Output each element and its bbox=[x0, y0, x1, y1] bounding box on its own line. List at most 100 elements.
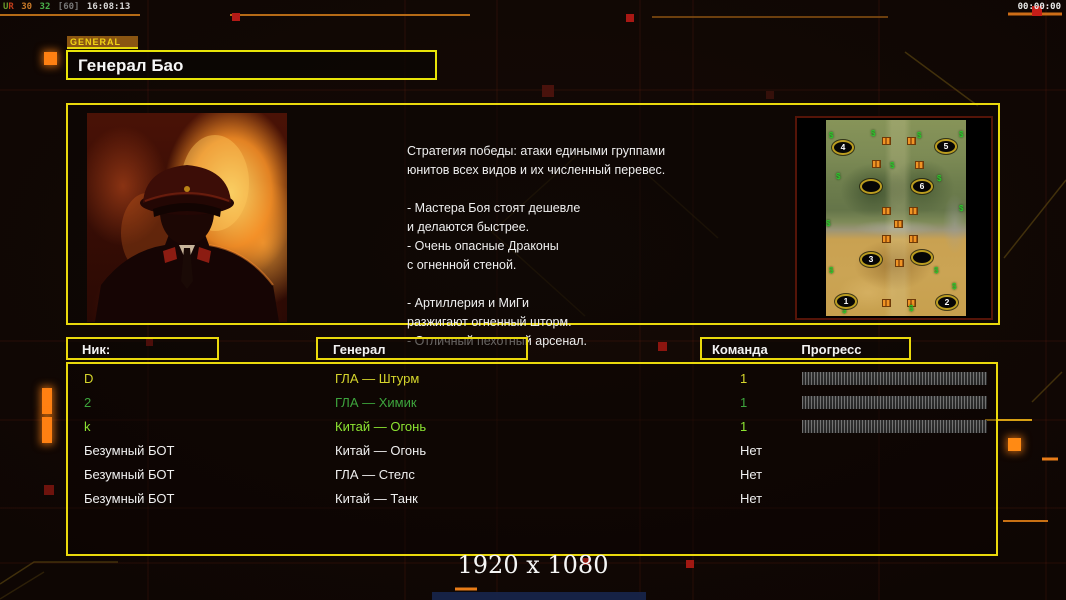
player-general: Китай — Огонь bbox=[335, 443, 427, 458]
cash-icon: $ bbox=[959, 130, 964, 139]
supply-crate-icon bbox=[895, 259, 904, 267]
player-team: 1 bbox=[740, 395, 748, 410]
supply-crate-icon bbox=[909, 235, 918, 243]
cash-icon: $ bbox=[829, 131, 834, 140]
general-name: Генерал Бао bbox=[78, 56, 184, 75]
map-start-spot bbox=[860, 179, 882, 194]
player-nick: 2 bbox=[84, 395, 92, 410]
decor-red-square bbox=[232, 13, 240, 21]
supply-crate-icon bbox=[907, 137, 916, 145]
fps-cap: [60] bbox=[57, 2, 80, 12]
cash-icon: $ bbox=[829, 266, 834, 275]
supply-crate-icon bbox=[909, 207, 918, 215]
player-team: 1 bbox=[740, 371, 748, 386]
cash-icon: $ bbox=[934, 266, 939, 275]
strategy-line: и делаются быстрее. bbox=[407, 220, 530, 234]
player-progress-bar bbox=[802, 420, 987, 433]
bottom-bar-decor bbox=[432, 592, 646, 600]
map-start-spot: 1 bbox=[835, 294, 857, 309]
general-portrait bbox=[87, 113, 287, 322]
cash-icon: $ bbox=[959, 204, 964, 213]
decor-red-square bbox=[686, 560, 694, 568]
players-table: D ГЛА — Штурм 1 2 ГЛА — Химик 1 k Китай … bbox=[66, 362, 998, 556]
general-title-box: Генерал Бао bbox=[66, 50, 437, 80]
player-nick: Безумный БОТ bbox=[84, 467, 175, 482]
strategy-line: - Очень опасные Драконы bbox=[407, 239, 559, 253]
spot-number: 3 bbox=[868, 254, 874, 264]
supply-crate-icon bbox=[915, 161, 924, 169]
player-team: Нет bbox=[740, 491, 763, 506]
player-nick: D bbox=[84, 371, 94, 386]
player-nick: k bbox=[84, 419, 91, 434]
map-start-spot: 4 bbox=[832, 140, 854, 155]
spot-number: 1 bbox=[843, 296, 849, 306]
supply-crate-icon bbox=[882, 299, 891, 307]
supply-crate-icon bbox=[882, 207, 891, 215]
cash-icon: $ bbox=[937, 174, 942, 183]
strategy-line bbox=[407, 275, 757, 294]
table-row: D ГЛА — Штурм 1 bbox=[68, 368, 996, 392]
supply-crate-icon bbox=[882, 235, 891, 243]
player-progress-bar bbox=[802, 372, 987, 385]
supply-crate-icon bbox=[882, 137, 891, 145]
header-team-label: Команда bbox=[712, 342, 768, 357]
resolution-label: 1920 x 1080 bbox=[457, 551, 609, 579]
decor-orange-bar bbox=[42, 417, 52, 443]
spot-number: 5 bbox=[943, 141, 949, 151]
player-team: Нет bbox=[740, 443, 763, 458]
cash-icon: $ bbox=[826, 219, 831, 228]
supply-crate-icon bbox=[894, 220, 903, 228]
supply-crate-icon bbox=[872, 160, 881, 168]
decor-red-square bbox=[542, 85, 554, 97]
map-preview: $ $ $ $ $ $ $ $ $ $ $ $ $ $ 4 5 6 3 1 2 bbox=[795, 116, 993, 320]
player-team: 1 bbox=[740, 419, 748, 434]
general-silhouette bbox=[95, 135, 279, 322]
map-start-spot: 6 bbox=[911, 179, 933, 194]
decor-red-square bbox=[766, 91, 774, 99]
player-nick: Безумный БОТ bbox=[84, 443, 175, 458]
cash-icon: $ bbox=[917, 131, 922, 140]
fps-value: 32 bbox=[39, 2, 51, 12]
strategy-line bbox=[407, 180, 757, 199]
map-start-spot bbox=[911, 250, 933, 265]
general-info-panel: Стратегия победы: атаки едиными группами… bbox=[66, 103, 1000, 348]
cash-icon: $ bbox=[952, 282, 957, 291]
decor-red-square bbox=[626, 14, 634, 22]
table-row: Безумный БОТ Китай — Огонь Нет bbox=[68, 440, 996, 464]
strategy-line: - Артиллерия и МиГи bbox=[407, 296, 529, 310]
player-nick: Безумный БОТ bbox=[84, 491, 175, 506]
strategy-line: юнитов всех видов и их численный перевес… bbox=[407, 163, 666, 177]
player-general: ГЛА — Стелс bbox=[335, 467, 415, 482]
header-progress-label: Прогресс bbox=[801, 342, 862, 357]
map-start-spot: 3 bbox=[860, 252, 882, 267]
fps-value: 30 bbox=[21, 2, 33, 12]
decor-red-square bbox=[44, 485, 54, 495]
fps-part: R bbox=[8, 2, 14, 12]
player-progress-bar bbox=[802, 396, 987, 409]
map-start-spot: 2 bbox=[936, 295, 958, 310]
cash-icon: $ bbox=[890, 161, 895, 170]
clock-text: 16:08:13 bbox=[86, 2, 131, 12]
table-row: Безумный БОТ ГЛА — Стелс Нет bbox=[68, 464, 996, 488]
strategy-line: разжигают огненный шторм. bbox=[407, 315, 572, 329]
cash-icon: $ bbox=[909, 304, 914, 313]
map-start-spot: 5 bbox=[935, 139, 957, 154]
decor-orange-square bbox=[44, 52, 57, 65]
match-timer: 00:00:00 bbox=[1017, 2, 1061, 12]
player-general: Китай — Огонь bbox=[335, 419, 427, 434]
table-row: 2 ГЛА — Химик 1 bbox=[68, 392, 996, 416]
player-team: Нет bbox=[740, 467, 763, 482]
general-tag: GENERAL bbox=[67, 36, 138, 49]
strategy-line: Стратегия победы: атаки едиными группами bbox=[407, 144, 666, 158]
spot-number: 6 bbox=[919, 181, 925, 191]
strategy-line: с огненной стеной. bbox=[407, 258, 517, 272]
player-general: Китай — Танк bbox=[335, 491, 418, 506]
fps-counter: UR 30 32 [60] 16:08:13 bbox=[3, 2, 132, 12]
decor-orange-bar bbox=[42, 388, 52, 414]
player-general: ГЛА — Химик bbox=[335, 395, 417, 410]
header-general: Генерал bbox=[316, 337, 528, 360]
header-nick: Ник: bbox=[66, 337, 219, 360]
decor-orange-square bbox=[1008, 438, 1021, 451]
strategy-line: - Мастера Боя стоят дешевле bbox=[407, 201, 581, 215]
header-nick-label: Ник: bbox=[82, 342, 111, 357]
